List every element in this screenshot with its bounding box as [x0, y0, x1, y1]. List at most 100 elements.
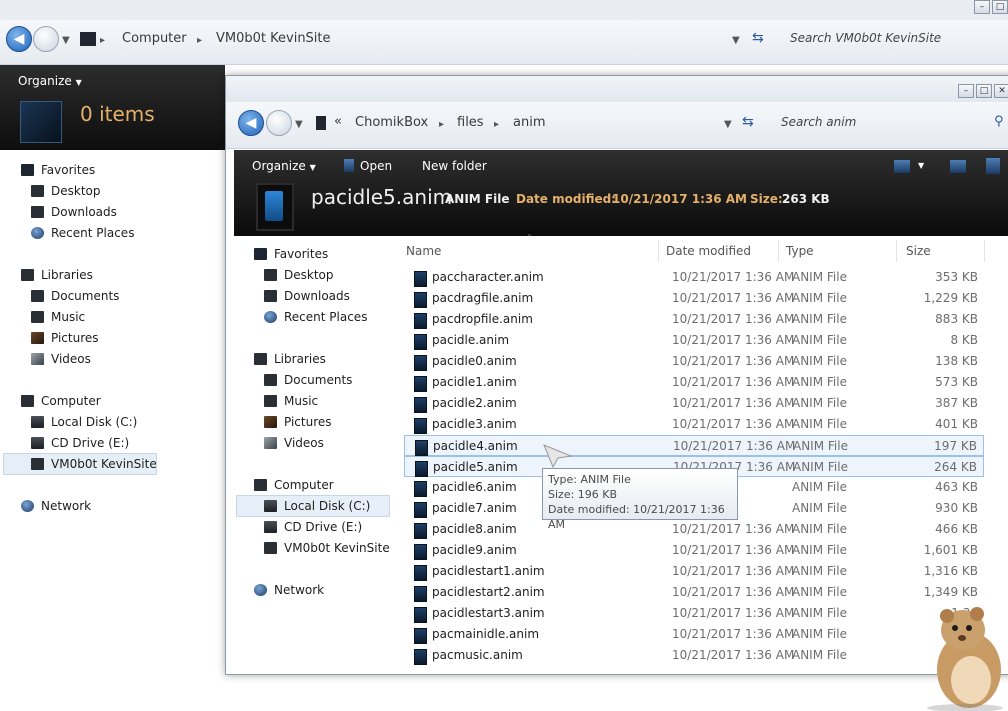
refresh-icon[interactable]: ⇆	[742, 114, 754, 130]
table-row[interactable]: pacidle2.anim 10/21/2017 1:36 AM ANIM File…	[404, 393, 984, 414]
table-row[interactable]: pacmainidle.anim 10/21/2017 1:36 AM ANIM F…	[404, 624, 984, 645]
file-name: pacidle4.anim	[433, 439, 518, 453]
column-header-name[interactable]: Name	[406, 240, 659, 262]
file-type: ANIM File	[792, 627, 847, 641]
maximize-button[interactable]: □	[976, 84, 992, 98]
file-type: ANIM File	[792, 564, 847, 578]
file-name: pacidle2.anim	[432, 396, 517, 410]
help-icon[interactable]	[986, 158, 1000, 174]
recent-places-icon	[31, 227, 44, 239]
minimize-button[interactable]: –	[974, 0, 990, 14]
details-date-value: 10/21/2017 1:36 AM	[612, 192, 747, 206]
table-row[interactable]: paccharacter.anim 10/21/2017 1:36 AM ANIM …	[404, 267, 984, 288]
column-header-size[interactable]: Size	[906, 240, 985, 262]
file-type: ANIM File	[792, 375, 847, 389]
maximize-button[interactable]: □	[992, 0, 1008, 14]
mouse-pointer-icon	[543, 444, 573, 468]
file-date: 10/21/2017 1:36 AM	[673, 439, 796, 453]
anim-file-icon	[414, 292, 427, 308]
breadcrumb-separator-icon[interactable]: ▸	[197, 35, 202, 46]
file-name: pacidle5.anim	[433, 460, 518, 474]
view-options-chevron-icon[interactable]: ▼	[918, 161, 924, 170]
open-button[interactable]: Open	[344, 159, 392, 173]
table-row[interactable]: pacdropfile.anim 10/21/2017 1:36 AM ANIM F…	[404, 309, 984, 330]
preview-pane-icon[interactable]	[950, 160, 966, 173]
minimize-button[interactable]: –	[958, 84, 974, 98]
close-button[interactable]: ✕	[994, 84, 1008, 98]
address-dropdown-icon[interactable]: ▼	[724, 119, 732, 130]
new-folder-button[interactable]: New folder	[422, 159, 487, 173]
file-size: 466 KB	[935, 522, 978, 536]
file-type: ANIM File	[793, 439, 848, 453]
details-filename: pacidle5.anim	[311, 185, 453, 209]
file-size: 197 KB	[934, 439, 977, 453]
file-name: pacidlestart3.anim	[432, 606, 545, 620]
organize-label: Organize	[252, 159, 306, 173]
change-view-icon[interactable]	[894, 160, 910, 173]
breadcrumb-computer[interactable]: Computer	[122, 31, 187, 46]
column-header-row: ⌃ Name Date modified Type Size	[404, 233, 1008, 264]
file-type: ANIM File	[792, 396, 847, 410]
file-size: 930 KB	[935, 501, 978, 515]
file-name: paccharacter.anim	[432, 270, 544, 284]
file-type: ANIM File	[792, 543, 847, 557]
file-thumbnail-inner	[265, 191, 283, 221]
column-header-date[interactable]: Date modified	[666, 240, 779, 262]
details-date-label: Date modified:	[516, 192, 616, 206]
organize-button[interactable]: Organize ▼	[18, 74, 82, 88]
file-size: 387 KB	[935, 396, 978, 410]
breadcrumb-separator-icon[interactable]: ▸	[494, 119, 499, 130]
file-type: ANIM File	[792, 291, 847, 305]
table-row[interactable]: pacidlestart1.anim 10/21/2017 1:36 AM ANIM…	[404, 561, 984, 582]
address-bar: ◀ ▼ « ChomikBox ▸ files ▸ anim ▼ ⇆ Searc…	[226, 102, 1008, 149]
search-input[interactable]: Search VM0b0t KevinSite	[790, 31, 941, 45]
column-header-type[interactable]: Type	[786, 240, 897, 262]
history-dropdown-icon[interactable]: ▼	[62, 35, 70, 46]
breadcrumb-anim[interactable]: anim	[513, 115, 545, 130]
search-icon[interactable]: ⚲	[994, 114, 1004, 129]
table-row[interactable]: pacdragfile.anim 10/21/2017 1:36 AM ANIM F…	[404, 288, 984, 309]
breadcrumb-chomikbox[interactable]: ChomikBox	[355, 115, 428, 130]
window-controls: – □	[972, 0, 1008, 18]
chevron-down-icon: ▼	[309, 163, 316, 172]
refresh-icon[interactable]: ⇆	[752, 30, 764, 46]
table-row[interactable]: pacidle0.anim 10/21/2017 1:36 AM ANIM File…	[404, 351, 984, 372]
organize-button[interactable]: Organize ▼	[252, 159, 316, 173]
table-row[interactable]: pacidle3.anim 10/21/2017 1:36 AM ANIM File…	[404, 414, 984, 435]
breadcrumb-vm0b0t[interactable]: VM0b0t KevinSite	[216, 31, 331, 46]
back-button[interactable]: ◀	[6, 26, 32, 52]
file-name: pacidle7.anim	[432, 501, 517, 515]
table-row[interactable]: pacidle9.anim 10/21/2017 1:36 AM ANIM File…	[404, 540, 984, 561]
nav-label: Documents	[51, 289, 120, 303]
file-type: ANIM File	[792, 312, 847, 326]
table-row[interactable]: pacidlestart2.anim 10/21/2017 1:36 AM ANIM…	[404, 582, 984, 603]
nav-label: Videos	[51, 352, 91, 366]
forward-button[interactable]	[266, 110, 292, 136]
address-dropdown-icon[interactable]: ▼	[732, 35, 740, 46]
breadcrumb-overflow[interactable]: «	[334, 114, 342, 129]
history-dropdown-icon[interactable]: ▼	[295, 119, 303, 130]
table-row[interactable]: pacidle.anim 10/21/2017 1:36 AM ANIM File 8…	[404, 330, 984, 351]
anim-file-icon	[415, 461, 428, 477]
file-type: ANIM File	[792, 354, 847, 368]
file-name: pacdropfile.anim	[432, 312, 533, 326]
breadcrumb-files[interactable]: files	[457, 115, 484, 130]
nav-label: Downloads	[51, 205, 117, 219]
computer-icon	[21, 395, 34, 407]
search-input[interactable]: Search anim	[781, 115, 856, 129]
music-icon	[31, 311, 44, 323]
favorites-star-icon	[21, 164, 34, 176]
table-row[interactable]: pacidle1.anim 10/21/2017 1:36 AM ANIM File…	[404, 372, 984, 393]
breadcrumb-separator-icon[interactable]: ▸	[439, 119, 444, 130]
table-row[interactable]: pacmusic.anim 10/21/2017 1:36 AM ANIM File…	[404, 645, 984, 666]
folder-thumbnail-icon	[20, 101, 62, 143]
table-row[interactable]: pacidle4.anim 10/21/2017 1:36 AM ANIM File…	[404, 435, 984, 456]
breadcrumb-separator-icon[interactable]: ▸	[100, 35, 105, 46]
computer-icon	[80, 32, 96, 46]
tooltip-type: Type: ANIM File	[548, 473, 631, 486]
forward-button[interactable]	[33, 26, 59, 52]
table-row[interactable]: pacidlestart3.anim 10/21/2017 1:36 AM ANIM…	[404, 603, 984, 624]
back-button[interactable]: ◀	[238, 110, 264, 136]
file-name: pacidle8.anim	[432, 522, 517, 536]
anim-file-icon	[414, 502, 427, 518]
